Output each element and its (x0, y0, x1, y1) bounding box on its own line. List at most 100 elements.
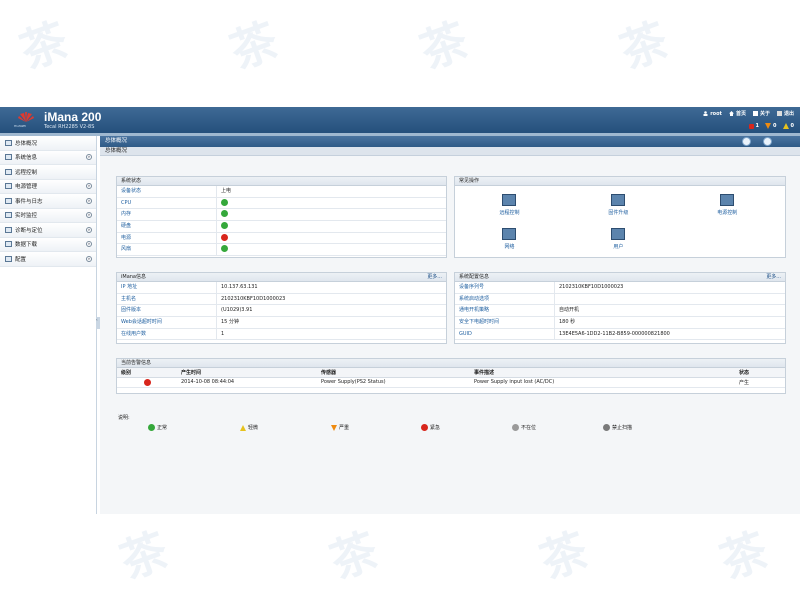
col-desc: 事件描述 (470, 368, 735, 378)
watermark: 茶 (713, 522, 775, 590)
watermark: 茶 (323, 522, 385, 590)
tab-overview[interactable]: 总体概况 (100, 147, 800, 156)
logout-icon (776, 111, 782, 116)
legend-minor: 轻微 (240, 424, 258, 431)
expand-icon[interactable]: » (86, 154, 92, 161)
system-config-panel: 系统配置信息 更多... 设备序列号 2102310KBF10D1000023 系统启… (454, 272, 786, 344)
watermark: 茶 (113, 522, 175, 590)
watermark: 茶 (13, 12, 75, 80)
expand-icon[interactable]: » (86, 255, 92, 262)
info-row: 通电开机策略 自动开机 (455, 305, 785, 318)
op-power-control[interactable]: 电源控制 (673, 192, 782, 226)
download-icon (5, 241, 12, 248)
major-alarm-count: 0 (765, 123, 777, 129)
expand-icon[interactable]: » (86, 241, 92, 248)
status-ok-icon (221, 210, 228, 218)
breadcrumb-text: 总体概况 (105, 138, 128, 144)
info-value: 上电 (221, 188, 232, 194)
info-icon (752, 111, 758, 116)
sidebar-item-power[interactable]: 电源管理» (0, 179, 96, 194)
diagnostic-icon (5, 226, 12, 233)
legend-critical: 紧急 (421, 424, 440, 431)
app-title: iMana 200 (44, 110, 102, 124)
critical-icon (421, 424, 428, 431)
panel-title: 当前告警信息 (117, 359, 785, 368)
info-key: 内存 (117, 209, 217, 221)
home-link[interactable]: 首页 (728, 110, 746, 117)
info-key: 主机名 (117, 293, 217, 305)
panel-title: iMana信息 (121, 274, 147, 280)
absent-icon (512, 424, 519, 431)
info-key: 通电开机策略 (455, 305, 555, 317)
about-link[interactable]: 关于 (752, 110, 770, 117)
sidebar-item-remote-control[interactable]: 远程控制 (0, 165, 96, 180)
info-value (217, 209, 228, 220)
more-link[interactable]: 更多... (766, 273, 781, 282)
expand-icon[interactable]: » (86, 197, 92, 204)
op-network[interactable]: 网络 (455, 226, 564, 260)
op-users[interactable]: 用户 (564, 226, 673, 260)
help-icon[interactable] (763, 137, 772, 146)
info-row: 风扇 (117, 244, 446, 257)
minor-alarm-count: 0 (782, 123, 794, 129)
user-link[interactable]: root (703, 110, 722, 117)
sidebar-item-overview[interactable]: 总体概况 (0, 136, 96, 151)
op-firmware-upgrade[interactable]: 固件升级 (564, 192, 673, 226)
info-key: 安全下电超时时间 (455, 317, 555, 328)
info-row: 电源 (117, 232, 446, 245)
breadcrumb: 总体概况 (100, 136, 800, 147)
sidebar-item-config[interactable]: 配置» (0, 252, 96, 267)
minor-icon (240, 424, 246, 431)
home-label: 首页 (735, 111, 746, 117)
logout-link[interactable]: 退出 (776, 110, 794, 117)
op-remote-control[interactable]: 远程控制 (455, 192, 564, 226)
critical-icon (748, 123, 754, 129)
sidebar-item-monitoring[interactable]: 实时监控» (0, 208, 96, 223)
info-key: 硬盘 (117, 221, 217, 232)
network-icon (502, 228, 517, 240)
more-link[interactable]: 更多... (427, 273, 442, 282)
table-row[interactable]: 2014-10-08 08:44:04 Power Supply(PS2 Sta… (117, 377, 785, 388)
common-operations-panel: 常见操作 远程控制 固件升级 电源控制 网络 用户 (454, 176, 786, 258)
expand-icon[interactable]: » (86, 212, 92, 219)
sidebar-item-download[interactable]: 数据下载» (0, 237, 96, 252)
sidebar-item-events-logs[interactable]: 事件与日志» (0, 194, 96, 209)
info-value: 13E4E5A6-1DD2-11B2-B859-000000821800 (559, 330, 670, 337)
info-value: 自动开机 (559, 307, 580, 314)
info-row: 安全下电超时时间 180 秒 (455, 317, 785, 329)
info-value: 2102310KBF10D1000023 (221, 295, 286, 302)
major-icon (765, 123, 772, 129)
info-key: IP 地址 (117, 282, 217, 293)
info-key: 设备状态 (117, 186, 217, 197)
info-value (217, 221, 228, 232)
critical-icon (144, 378, 151, 386)
expand-icon[interactable]: » (86, 226, 92, 233)
alarm-table: 级别 产生时间 传感器 事件描述 状态 2014-10-08 08:44:04 … (117, 368, 785, 388)
watermark: 茶 (223, 12, 285, 80)
logout-label: 退出 (783, 111, 794, 117)
sidebar-item-diagnostics[interactable]: 诊断与定位» (0, 223, 96, 238)
info-value: 10.137.63.131 (221, 284, 258, 290)
alarm-summary[interactable]: 1 0 0 (748, 123, 794, 129)
logo-text: HUAWEI (14, 124, 27, 128)
legend-scan-disabled: 禁止扫描 (603, 424, 632, 431)
info-value: 180 秒 (559, 319, 576, 326)
info-key: 风扇 (117, 244, 217, 256)
sidebar-item-system-info[interactable]: 系统信息» (0, 150, 96, 165)
top-links: root 首页 关于 退出 (703, 110, 794, 117)
user-name: root (710, 110, 722, 117)
info-row: 硬盘 (117, 221, 446, 233)
info-value (217, 244, 228, 255)
refresh-icon[interactable] (742, 137, 751, 146)
status-ok-icon (221, 245, 228, 253)
info-value: 15 分钟 (221, 319, 239, 326)
firmware-icon (611, 194, 626, 206)
power-icon (5, 183, 12, 190)
info-key: GUID (455, 328, 555, 340)
watermark: 茶 (613, 12, 675, 80)
info-value (555, 294, 559, 305)
expand-icon[interactable]: » (86, 183, 92, 190)
info-key: 在线用户数 (117, 328, 217, 340)
watermark: 茶 (413, 12, 475, 80)
info-key: Web会话超时时间 (117, 317, 217, 328)
